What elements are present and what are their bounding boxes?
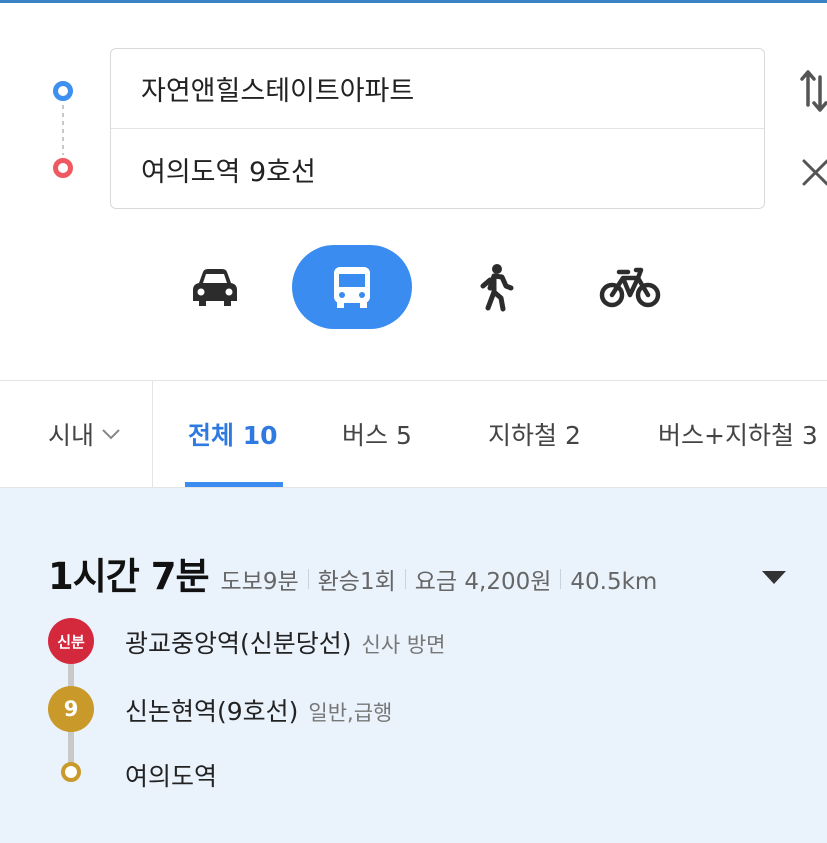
sinbundang-line-badge: 신분 <box>48 618 94 664</box>
tab-all[interactable]: 전체 10 <box>188 381 278 487</box>
walk-icon <box>480 264 514 312</box>
origin-input[interactable]: 자연앤힐스테이트아파트 <box>111 49 764 129</box>
route-dots <box>50 81 76 181</box>
divider <box>560 569 562 589</box>
route-result-card[interactable]: 1시간 7분 도보9분 환승1회 요금 4,200원 40.5km 신분 광교중… <box>0 488 827 843</box>
route-filter-tabs: 시내 전체 10 버스 5 지하철 2 버스+지하철 3 <box>0 380 827 488</box>
tab-bus-subway[interactable]: 버스+지하철 3 <box>658 381 818 487</box>
car-icon <box>193 269 237 306</box>
transport-mode-tabs <box>0 245 827 329</box>
stop-train-type: 일반,급행 <box>308 701 393 725</box>
chevron-down-icon <box>102 429 120 440</box>
active-tab-indicator <box>185 482 283 487</box>
mode-walk-button[interactable] <box>460 245 530 329</box>
origin-dot-icon <box>53 81 73 101</box>
bus-icon <box>334 267 370 308</box>
divider <box>307 569 309 589</box>
stop-name: 광교중앙역(신분당선) <box>125 629 352 658</box>
route-dotted-line <box>62 105 64 155</box>
stop-name: 신논현역(9호선) <box>125 697 299 726</box>
distance: 40.5km <box>570 569 658 595</box>
divider <box>404 569 406 589</box>
swap-arrows-icon[interactable] <box>800 65 827 115</box>
close-icon[interactable] <box>800 153 827 193</box>
region-dropdown[interactable]: 시내 <box>0 381 153 487</box>
route-steps: 신분 광교중앙역(신분당선) 신사 방면 9 신논현역(9호선) 일반,급행 여… <box>45 618 805 818</box>
transfer-count: 환승1회 <box>317 569 396 595</box>
list-item[interactable]: 광교중앙역(신분당선) 신사 방면 <box>125 624 445 660</box>
list-item[interactable]: 여의도역 <box>125 757 217 793</box>
route-duration: 1시간 7분 <box>48 555 209 598</box>
destination-input[interactable]: 여의도역 9호선 <box>111 129 764 209</box>
region-label: 시내 <box>48 421 95 450</box>
route-search-panel: 자연앤힐스테이트아파트 여의도역 9호선 <box>0 3 827 380</box>
route-input-box: 자연앤힐스테이트아파트 여의도역 9호선 <box>110 48 765 209</box>
walk-time: 도보9분 <box>220 569 299 595</box>
stop-direction: 신사 방면 <box>361 633 446 657</box>
mode-bike-button[interactable] <box>590 245 670 329</box>
bike-icon <box>599 267 661 308</box>
mode-bus-button[interactable] <box>292 245 412 329</box>
expand-toggle-icon[interactable] <box>760 568 788 586</box>
list-item[interactable]: 신논현역(9호선) 일반,급행 <box>125 692 392 728</box>
stop-name: 여의도역 <box>125 762 218 791</box>
destination-stop-icon <box>61 762 81 782</box>
mode-car-button[interactable] <box>180 245 250 329</box>
fare: 요금 4,200원 <box>414 569 552 595</box>
line9-badge: 9 <box>48 686 94 732</box>
tab-bus[interactable]: 버스 5 <box>342 381 412 487</box>
destination-dot-icon <box>53 158 73 178</box>
route-summary: 1시간 7분 도보9분 환승1회 요금 4,200원 40.5km <box>48 546 657 598</box>
tab-subway[interactable]: 지하철 2 <box>488 381 581 487</box>
